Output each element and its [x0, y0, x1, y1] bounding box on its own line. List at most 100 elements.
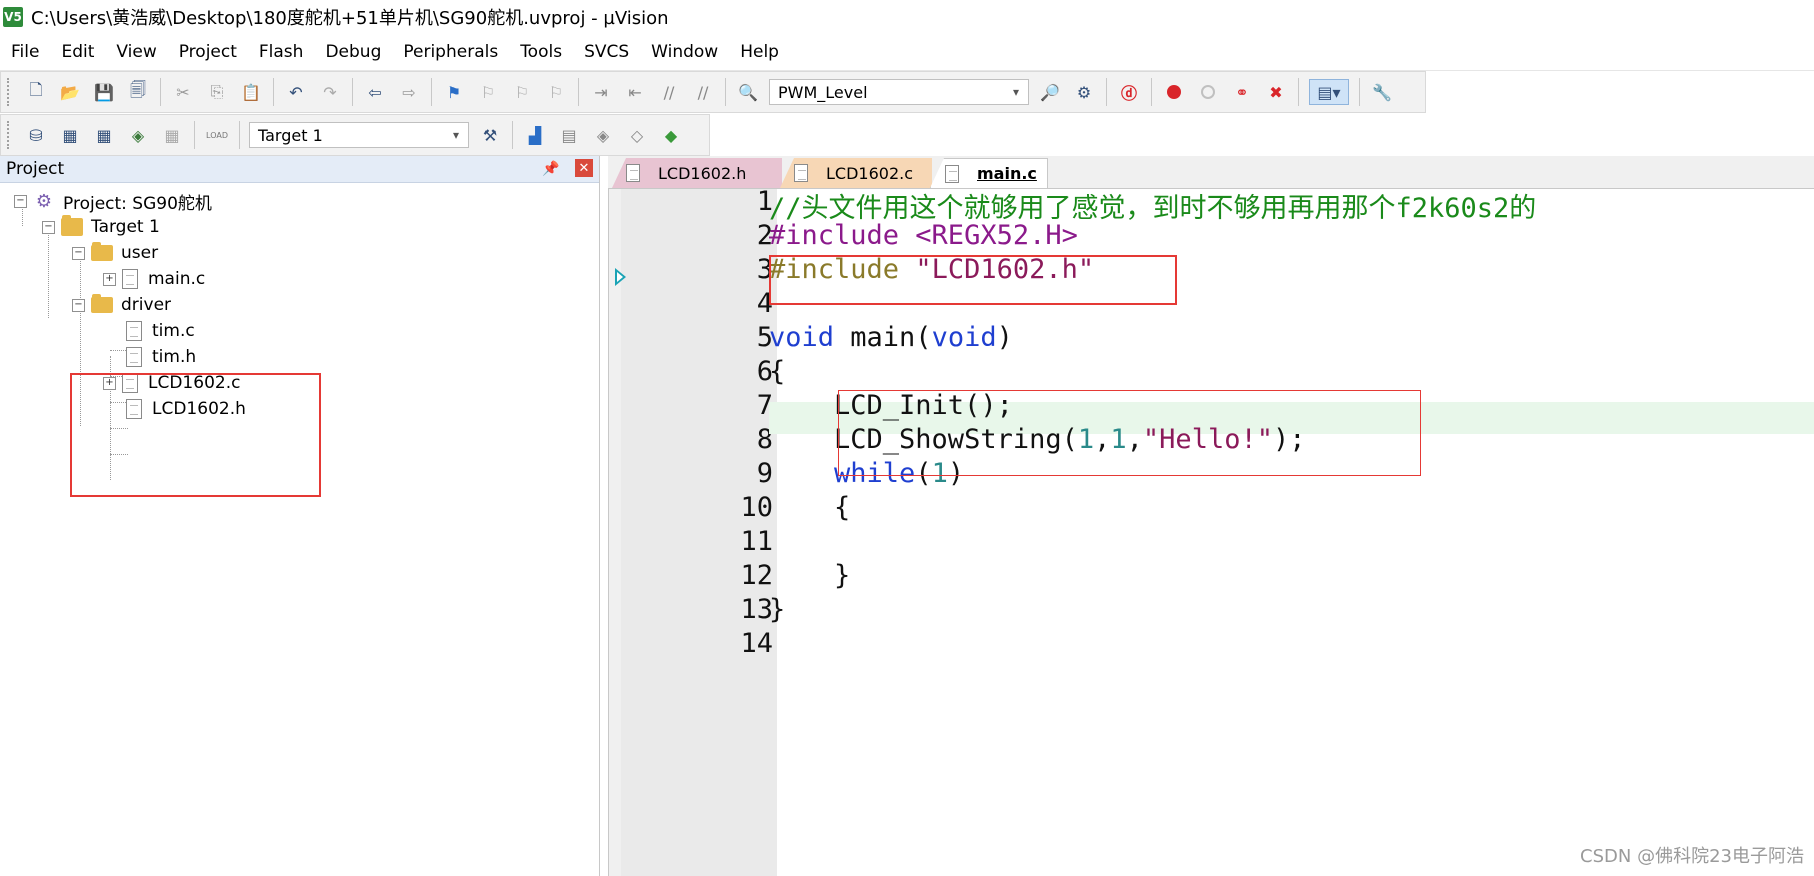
code-text: { — [769, 356, 786, 387]
line-number: 1 — [756, 186, 773, 217]
collapse-toggle[interactable]: − — [14, 194, 27, 208]
chevron-down-icon[interactable]: ▾ — [1006, 82, 1026, 102]
line-number: 13 — [740, 594, 773, 625]
software-packs-icon[interactable]: ◆ — [659, 123, 683, 147]
menu-peripherals[interactable]: Peripherals — [392, 42, 509, 62]
menu-window[interactable]: Window — [640, 42, 729, 62]
separator — [725, 78, 726, 106]
prev-bookmark-icon[interactable]: ⚐ — [476, 80, 500, 104]
code-editor[interactable]: 1 2 3 4 5 6 7 8 9 10 11 12 13 14 //头文件用这… — [608, 186, 1814, 876]
file-icon — [122, 269, 138, 289]
batch-build-icon[interactable]: ◈ — [126, 123, 150, 147]
navigate-forward-icon[interactable]: ⇨ — [397, 80, 421, 104]
tree-file-tim-c[interactable]: tim.c — [126, 318, 195, 344]
menu-debug[interactable]: Debug — [314, 42, 392, 62]
comment-icon[interactable]: // — [657, 80, 681, 104]
stop-build-icon[interactable]: ▦ — [160, 123, 184, 147]
toolbar-grip[interactable] — [7, 121, 13, 149]
find-combo[interactable]: PWM_Level ▾ — [769, 79, 1029, 105]
next-bookmark-icon[interactable]: ⚐ — [510, 80, 534, 104]
tab-lcd1602-h[interactable]: LCD1602.h — [612, 158, 782, 188]
menu-help[interactable]: Help — [729, 42, 790, 62]
disable-breakpoints-icon[interactable]: ⚭ — [1230, 80, 1254, 104]
code-line-2: #include <REGX52.H> — [769, 220, 1078, 251]
build-toolbar: ⛁ ▦ ▦ ◈ ▦ LOAD Target 1 ▾ ⚒ ▟ ▤ ◈ ◇ ◆ — [0, 114, 710, 156]
incremental-find-icon[interactable]: 🔎 — [1038, 80, 1062, 104]
navigate-back-icon[interactable]: ⇦ — [363, 80, 387, 104]
tree-file-tim-h[interactable]: tim.h — [126, 344, 196, 370]
separator — [239, 121, 240, 149]
tree-project-root[interactable]: − ⚙ Project: SG90舵机 — [14, 188, 212, 214]
line-number: 8 — [756, 424, 773, 455]
undo-icon[interactable]: ↶ — [284, 80, 308, 104]
wrench-icon[interactable]: 🔧 — [1370, 80, 1394, 104]
open-file-icon[interactable]: 📂 — [58, 80, 82, 104]
tab-main-c[interactable]: main.c — [930, 158, 1048, 188]
redo-icon[interactable]: ↷ — [318, 80, 342, 104]
group-name: driver — [121, 295, 172, 315]
collapse-toggle[interactable]: − — [72, 246, 85, 260]
file-extensions-icon[interactable]: ▟ — [523, 123, 547, 147]
line-number: 11 — [740, 526, 773, 557]
translate-icon[interactable]: ⛁ — [24, 123, 48, 147]
file-icon — [626, 164, 640, 182]
menu-view[interactable]: View — [105, 42, 167, 62]
cut-icon[interactable]: ✂ — [171, 80, 195, 104]
separator — [1106, 78, 1107, 106]
menu-flash[interactable]: Flash — [248, 42, 315, 62]
menu-edit[interactable]: Edit — [50, 42, 105, 62]
panel-title: Project — [6, 159, 65, 179]
breakpoint-margin[interactable] — [609, 189, 621, 876]
uvision-app-icon: V5 — [3, 7, 23, 27]
find-in-files-icon[interactable]: 🔍 — [736, 80, 760, 104]
new-file-icon[interactable]: 🗋 — [24, 80, 48, 104]
configure-icon[interactable]: ⚙ — [1072, 80, 1096, 104]
chevron-down-icon[interactable]: ▾ — [446, 125, 466, 145]
file-icon — [945, 164, 959, 183]
folder-icon — [91, 294, 113, 313]
insert-breakpoint-icon[interactable] — [1162, 80, 1186, 104]
enable-breakpoint-icon[interactable] — [1196, 80, 1220, 104]
code-text: } — [769, 594, 786, 625]
menu-svcs[interactable]: SVCS — [573, 42, 640, 62]
uncomment-icon[interactable]: // — [691, 80, 715, 104]
tree-group-driver[interactable]: − driver — [72, 292, 171, 318]
target-name: Target 1 — [91, 217, 160, 237]
select-packs-icon[interactable]: ◈ — [591, 123, 615, 147]
file-icon — [126, 347, 142, 367]
debug-session-icon[interactable]: ⓓ — [1117, 80, 1141, 104]
collapse-toggle[interactable]: − — [42, 220, 55, 234]
collapse-toggle[interactable]: − — [72, 298, 85, 312]
expand-toggle[interactable]: + — [103, 272, 116, 286]
tab-lcd1602-c[interactable]: LCD1602.c — [780, 158, 932, 188]
manage-rte-icon[interactable]: ▤ — [557, 123, 581, 147]
keyword: void — [931, 322, 997, 353]
save-all-icon[interactable]: 🗐 — [126, 80, 150, 104]
copy-icon[interactable]: ⎘ — [205, 80, 229, 104]
pin-icon[interactable]: 📌 — [541, 159, 561, 179]
kill-breakpoints-icon[interactable]: ✖ — [1264, 80, 1288, 104]
target-combo[interactable]: Target 1 ▾ — [249, 122, 469, 148]
build-icon[interactable]: ▦ — [58, 123, 82, 147]
tree-file-main-c[interactable]: + main.c — [103, 266, 205, 292]
menu-tools[interactable]: Tools — [509, 42, 573, 62]
clear-bookmarks-icon[interactable]: ⚐ — [544, 80, 568, 104]
download-icon[interactable]: LOAD — [205, 123, 229, 147]
paste-icon[interactable]: 📋 — [239, 80, 263, 104]
file-icon — [794, 164, 808, 182]
pack-installer-icon[interactable]: ◇ — [625, 123, 649, 147]
menu-file[interactable]: File — [0, 42, 50, 62]
folder-icon — [91, 242, 113, 261]
tree-target[interactable]: − Target 1 — [42, 214, 160, 240]
menu-project[interactable]: Project — [168, 42, 248, 62]
unindent-icon[interactable]: ⇤ — [623, 80, 647, 104]
window-layout-icon[interactable]: ▤▾ — [1309, 79, 1349, 105]
close-icon[interactable]: ✕ — [575, 159, 593, 177]
indent-icon[interactable]: ⇥ — [589, 80, 613, 104]
rebuild-icon[interactable]: ▦ — [92, 123, 116, 147]
tree-group-user[interactable]: − user — [72, 240, 158, 266]
bookmark-icon[interactable]: ⚑ — [442, 80, 466, 104]
toolbar-grip[interactable] — [7, 78, 13, 106]
save-icon[interactable]: 💾 — [92, 80, 116, 104]
target-options-icon[interactable]: ⚒ — [478, 123, 502, 147]
